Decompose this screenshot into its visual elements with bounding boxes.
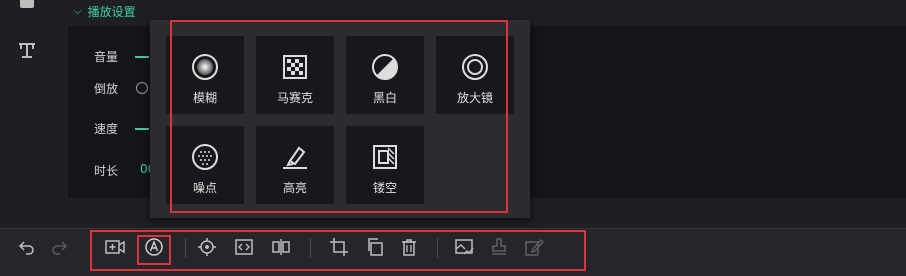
effect-label: 放大镜 (456, 91, 493, 105)
reverse-radio[interactable] (136, 82, 148, 94)
effect-noise[interactable]: 噪点 (166, 126, 244, 204)
section-title: 播放设置 (87, 5, 136, 19)
effect-label: 模糊 (192, 91, 217, 105)
effect-highlight[interactable]: 高亮 (256, 126, 334, 204)
duration-label: 时长 (94, 164, 119, 178)
effect-mosaic[interactable]: 马赛克 (256, 36, 334, 114)
hollow-icon (373, 145, 397, 169)
effect-label: 噪点 (192, 181, 217, 195)
effects-popup: 模糊 马赛克 黑白 放大镜 噪点 高亮 镂空 (150, 20, 530, 218)
black-white-icon (372, 54, 398, 80)
delete-icon[interactable] (398, 236, 420, 258)
effect-label: 马赛克 (276, 91, 313, 105)
speed-slider[interactable] (135, 128, 149, 130)
image-check-icon[interactable] (453, 236, 475, 258)
volume-slider[interactable] (135, 56, 149, 58)
toolbar-divider (437, 238, 438, 258)
toolbar-divider (185, 238, 186, 258)
effect-label: 黑白 (372, 91, 397, 105)
stamp-icon[interactable] (488, 236, 510, 258)
left-rail (0, 0, 58, 228)
locate-icon[interactable] (196, 236, 218, 258)
noise-icon (192, 144, 218, 170)
effect-label: 高亮 (282, 181, 307, 195)
mask-effect-icon[interactable] (143, 236, 165, 258)
speed-label: 速度 (94, 122, 119, 136)
effect-label: 镂空 (372, 181, 397, 195)
split-icon[interactable] (270, 236, 292, 258)
effect-hollow[interactable]: 镂空 (346, 126, 424, 204)
edit-icon[interactable] (523, 236, 545, 258)
blur-icon (192, 54, 218, 80)
add-video-clip-icon[interactable] (104, 236, 126, 258)
reverse-label: 倒放 (94, 82, 119, 96)
redo-icon[interactable] (48, 236, 70, 258)
undo-icon[interactable] (16, 236, 38, 258)
mosaic-icon (283, 55, 307, 79)
magnifier-icon (462, 54, 488, 80)
lock-icon[interactable] (16, 0, 38, 16)
toolbar-divider (310, 238, 311, 258)
playback-settings-header[interactable]: ⌵ 播放设置 (74, 3, 136, 20)
highlight-icon (283, 146, 307, 169)
volume-label: 音量 (94, 50, 119, 64)
crop-icon[interactable] (328, 236, 350, 258)
effect-magnifier[interactable]: 放大镜 (436, 36, 514, 114)
code-frame-icon[interactable] (233, 236, 255, 258)
copy-icon[interactable] (364, 236, 386, 258)
effect-blur[interactable]: 模糊 (166, 36, 244, 114)
effect-black-white[interactable]: 黑白 (346, 36, 424, 114)
chevron-down-icon: ⌵ (74, 6, 82, 17)
text-tool-icon[interactable] (16, 40, 38, 62)
